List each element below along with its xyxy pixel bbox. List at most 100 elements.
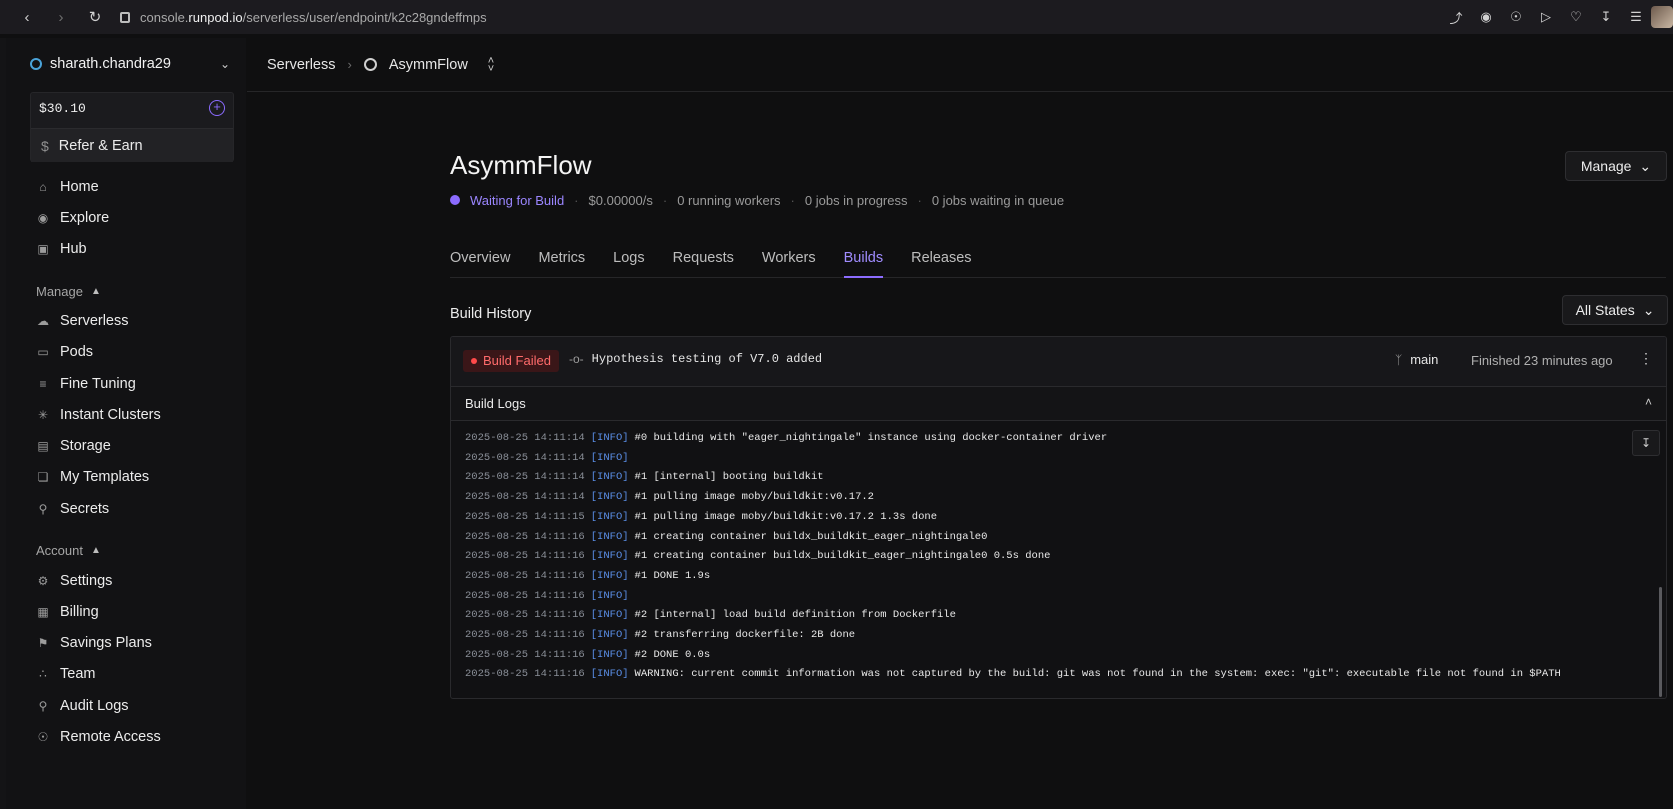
separator-dot: · [574,192,579,208]
sidebar-item-hub[interactable]: ▣ Hub [36,238,87,260]
log-line: 2025-08-25 14:11:14 [INFO] #1 [internal] b… [465,471,824,485]
separator-dot: · [917,192,922,208]
heart-icon[interactable]: ♡ [1561,2,1591,32]
download-logs-icon[interactable]: ↧ [1632,430,1660,456]
section-label: Manage [36,283,83,299]
forward-icon[interactable]: › [44,3,78,31]
jobs-queue-text: 0 jobs waiting in queue [931,192,1065,208]
github-icon [363,58,377,71]
sidebar-item-label: Hub [60,241,87,257]
sidebar-item-storage[interactable]: ▤ Storage [36,435,111,457]
chevron-up-icon: ˄ [1644,395,1652,409]
sidebar-item-team[interactable]: ∴ Team [36,663,95,685]
branch-name: main [1410,352,1439,367]
storage-icon: ▤ [37,439,49,453]
log-line: 2025-08-25 14:11:14 [INFO] [465,452,635,466]
sidebar-item-pods[interactable]: ▭ Pods [36,341,93,363]
section-manage[interactable]: Manage ▲ [36,281,101,301]
sidebar-item-savings-plans[interactable]: ⚑ Savings Plans [36,632,152,654]
log-message: #1 [internal] booting buildkit [634,471,824,484]
store-icon: ▣ [37,242,49,256]
tab-builds[interactable]: Builds [843,241,884,278]
sidebar-item-label: Remote Access [60,729,161,745]
reload-icon[interactable]: ↻ [78,3,112,31]
page-title: AsymmFlow [450,150,592,180]
browser-nav: ‹ › ↻ [0,3,112,31]
tab-logs[interactable]: Logs [613,241,644,278]
log-level: [INFO] [590,491,629,504]
tab-overview[interactable]: Overview [450,241,510,278]
tab-bar: Overview Metrics Logs Requests Workers B… [450,241,1666,278]
state-filter-label: All States [1575,302,1635,318]
manage-button[interactable]: Manage ⌄ [1565,151,1667,181]
refer-earn-button[interactable]: $ Refer & Earn [31,128,233,162]
profile-avatar[interactable] [1651,6,1673,28]
cluster-icon: ✳ [37,408,49,422]
home-icon: ⌂ [39,180,47,194]
add-funds-icon[interactable]: + [209,100,225,116]
sidebar-item-label: Storage [60,438,111,454]
chevron-down-icon: ⌄ [1639,157,1652,174]
log-message: #2 transferring dockerfile: 2B done [634,629,856,641]
gear-icon: ⚙ [37,574,49,588]
breadcrumb-endpoint[interactable]: AsymmFlow [389,57,468,73]
status-text: Waiting for Build [470,192,565,208]
section-account[interactable]: Account ▲ [36,540,101,560]
log-timestamp: 2025-08-25 14:11:14 [465,432,585,444]
sidebar: sharath.chandra29 ⌄ $30.10 + $ Refer & E… [0,38,246,809]
back-icon[interactable]: ‹ [10,3,44,31]
log-scrollbar[interactable] [1659,587,1662,697]
sidebar-item-serverless[interactable]: ☁ Serverless [36,310,129,332]
chevron-right-icon: › [347,57,352,72]
build-summary-row[interactable]: Build Failed -o- Hypothesis testing of V… [451,337,1666,387]
monitor-icon: ▭ [37,345,49,359]
section-label: Account [36,542,83,558]
log-timestamp: 2025-08-25 14:11:14 [465,471,585,484]
shield-icon[interactable]: ☉ [1501,2,1531,32]
download-icon[interactable]: ↧ [1591,2,1621,32]
build-logs-header[interactable]: Build Logs ˄ [451,387,1666,421]
sidebar-item-secrets[interactable]: ⚲ Secrets [36,498,110,520]
account-switcher[interactable]: sharath.chandra29 ⌄ [30,52,230,76]
address-bar[interactable]: console.runpod.io/serverless/user/endpoi… [120,6,487,28]
browser-toolbar: ‹ › ↻ console.runpod.io/serverless/user/… [0,0,1673,34]
chevron-up-down-icon[interactable]: ˄ ˅ [488,55,494,74]
log-timestamp: 2025-08-25 14:11:16 [465,589,585,602]
billing-icon: ▦ [37,605,49,619]
sidebar-item-remote-access[interactable]: ☉ Remote Access [36,726,161,748]
tab-requests[interactable]: Requests [673,241,734,278]
sidebar-item-explore[interactable]: ◉ Explore [36,207,109,229]
log-level: [INFO] [590,629,629,641]
tab-releases[interactable]: Releases [911,241,971,278]
sidebar-item-fine-tuning[interactable]: ≡ Fine Tuning [36,373,135,395]
log-level: [INFO] [590,451,629,464]
tab-workers[interactable]: Workers [762,241,816,278]
sidebar-item-instant-clusters[interactable]: ✳ Instant Clusters [36,404,161,426]
sidebar-item-settings[interactable]: ⚙ Settings [36,570,113,592]
breadcrumb: Serverless › AsymmFlow ˄ ˅ [247,38,1673,92]
camera-icon[interactable]: ◉ [1471,2,1501,32]
audit-icon: ⚲ [38,699,48,713]
tab-metrics[interactable]: Metrics [538,241,585,278]
log-message: #1 creating container buildx_buildkit_ea… [634,550,1051,563]
more-options-icon[interactable]: ⋮ [1639,350,1653,367]
sidebar-item-label: Team [60,666,96,682]
play-icon[interactable]: ▷ [1531,2,1561,32]
sidebar-item-home[interactable]: ⌂ Home [36,176,98,198]
menu-icon[interactable]: ☰ [1621,2,1651,32]
commit-message: Hypothesis testing of V7.0 added [591,352,823,366]
sidebar-item-audit-logs[interactable]: ⚲ Audit Logs [36,695,129,717]
state-filter-dropdown[interactable]: All States ⌄ [1562,295,1668,325]
share-icon[interactable]: ⤴ [1441,2,1471,32]
breadcrumb-serverless[interactable]: Serverless [267,57,336,73]
remote-icon: ☉ [37,730,49,744]
log-line: 2025-08-25 14:11:16 [INFO] WARNING: curren… [465,668,1561,682]
manage-label: Manage [1580,158,1632,174]
sidebar-item-billing[interactable]: ▦ Billing [36,601,98,623]
build-log-output[interactable]: ↧ 2025-08-25 14:11:14 [INFO] #0 building w… [451,422,1666,698]
log-timestamp: 2025-08-25 14:11:16 [465,629,585,641]
cloud-icon: ☁ [37,314,49,328]
chevron-up-icon: ▲ [90,544,101,556]
rate-text: $0.00000/s [588,192,653,208]
sidebar-item-my-templates[interactable]: ❏ My Templates [36,466,150,488]
